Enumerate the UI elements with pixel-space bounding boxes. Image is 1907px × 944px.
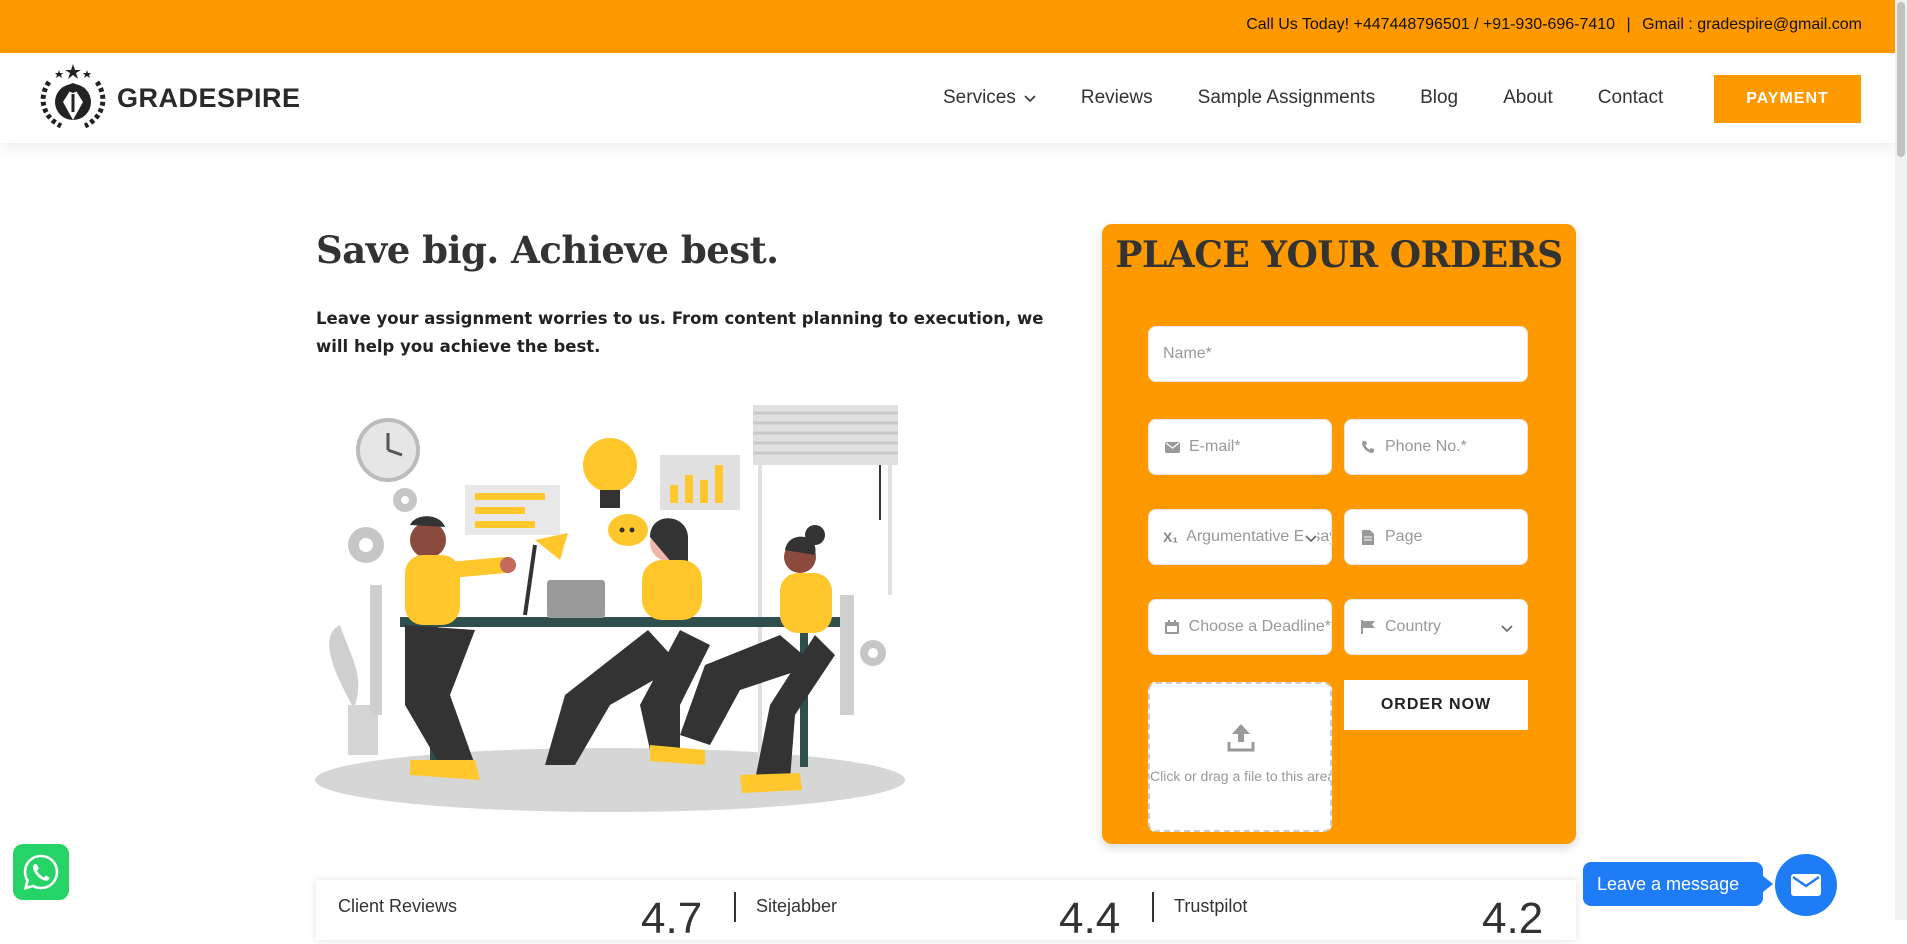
deadline-input[interactable]: Choose a Deadline* xyxy=(1148,599,1332,655)
site-header: GRADESPIRE Services Reviews Sample Assig… xyxy=(0,53,1895,143)
subscript-icon: X₁ xyxy=(1163,529,1179,545)
nav-services[interactable]: Services xyxy=(943,87,1036,109)
email-input[interactable]: E-mail* xyxy=(1148,419,1332,475)
hero-title: Save big. Achieve best. xyxy=(316,228,779,272)
laurel-pen-logo-icon xyxy=(40,64,106,129)
contact-info: Call Us Today! +447448796501 / +91-930-6… xyxy=(1246,16,1862,34)
chevron-down-icon xyxy=(1024,87,1036,109)
hero-description: Leave your assignment worries to us. Fro… xyxy=(316,309,1044,356)
country-select[interactable]: Country xyxy=(1344,599,1528,655)
chevron-down-icon xyxy=(1501,620,1513,638)
scrollbar-thumb[interactable] xyxy=(1897,2,1905,157)
review-name: Sitejabber xyxy=(756,896,838,916)
envelope-icon xyxy=(1163,441,1181,453)
leave-message-bubble[interactable]: Leave a message xyxy=(1583,862,1773,906)
nav-contact[interactable]: Contact xyxy=(1598,87,1663,109)
review-name: Client Reviews xyxy=(338,896,458,916)
call-us-text[interactable]: Call Us Today! +447448796501 / +91-930-6… xyxy=(1246,16,1615,34)
review-trustpilot[interactable]: Trustpilot 4.2 xyxy=(1152,880,1576,943)
name-placeholder: Name* xyxy=(1163,345,1212,362)
review-sitejabber[interactable]: Sitejabber 4.4 xyxy=(734,880,1154,943)
file-upload-area[interactable]: Click or drag a file to this area to upl… xyxy=(1148,682,1332,832)
review-score: 4.2 xyxy=(1482,894,1544,943)
logo[interactable]: GRADESPIRE xyxy=(35,62,301,134)
review-score: 4.4 xyxy=(1059,894,1121,943)
phone-placeholder: Phone No.* xyxy=(1385,438,1467,455)
review-client-reviews[interactable]: Client Reviews 4.7 xyxy=(316,880,736,943)
phone-icon xyxy=(1359,440,1377,454)
nav-sample-assignments[interactable]: Sample Assignments xyxy=(1198,87,1375,109)
upload-icon xyxy=(1226,722,1256,757)
phone-input[interactable]: Phone No.* xyxy=(1344,419,1528,475)
upload-text: Click or drag a file to this area to upl… xyxy=(1150,768,1330,784)
name-input[interactable]: Name* xyxy=(1148,326,1528,382)
nav-about[interactable]: About xyxy=(1503,87,1553,109)
order-form-card: PLACE YOUR ORDERS Name* E-mail* Phone No… xyxy=(1102,224,1576,844)
country-placeholder: Country xyxy=(1385,618,1442,635)
order-form-title: PLACE YOUR ORDERS xyxy=(1115,234,1563,276)
chat-mail-button[interactable] xyxy=(1775,854,1837,916)
nav-services-label: Services xyxy=(943,87,1016,108)
team-meeting-illustration xyxy=(315,405,905,812)
reviews-strip: Client Reviews 4.7 Sitejabber 4.4 Trustp… xyxy=(316,880,1576,943)
deadline-placeholder: Choose a Deadline* xyxy=(1188,618,1331,635)
pages-placeholder: Page xyxy=(1385,528,1423,545)
flag-icon xyxy=(1359,620,1377,634)
logo-text: GRADESPIRE xyxy=(117,82,301,113)
main-nav: Services Reviews Sample Assignments Blog… xyxy=(943,53,1708,143)
whatsapp-button[interactable] xyxy=(13,844,69,900)
mail-icon xyxy=(1791,874,1821,896)
payment-button[interactable]: PAYMENT xyxy=(1714,75,1861,123)
nav-reviews[interactable]: Reviews xyxy=(1081,87,1153,109)
pages-input[interactable]: Page xyxy=(1344,509,1528,565)
gmail-text[interactable]: Gmail : gradespire@gmail.com xyxy=(1642,16,1862,34)
review-score: 4.7 xyxy=(641,894,703,943)
document-icon xyxy=(1359,529,1377,545)
review-name: Trustpilot xyxy=(1174,896,1248,916)
calendar-icon xyxy=(1163,620,1181,634)
chevron-down-icon xyxy=(1303,530,1317,548)
order-now-button[interactable]: ORDER NOW xyxy=(1344,680,1528,730)
email-placeholder: E-mail* xyxy=(1189,438,1241,455)
subject-select[interactable]: X₁ Argumentative Essay xyxy=(1148,509,1332,565)
nav-blog[interactable]: Blog xyxy=(1420,87,1458,109)
separator: | xyxy=(1626,16,1631,33)
whatsapp-icon xyxy=(23,854,59,890)
top-contact-bar: Call Us Today! +447448796501 / +91-930-6… xyxy=(0,0,1907,53)
page-scrollbar[interactable] xyxy=(1895,0,1907,920)
